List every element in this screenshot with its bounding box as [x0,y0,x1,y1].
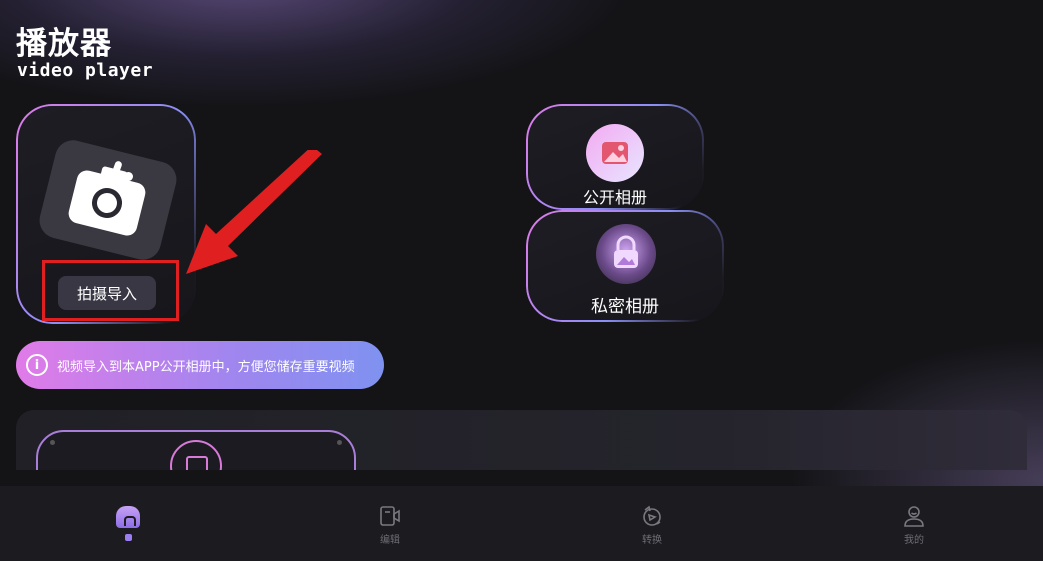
content-panel [16,410,1027,470]
tab-edit-label: 编辑 [380,535,400,546]
profile-icon [904,506,924,527]
tab-profile-label: 我的 [904,535,924,546]
private-album-label: 私密相册 [591,297,659,317]
info-banner: i 视频导入到本APP公开相册中，方便您储存重要视频 [16,341,384,389]
public-album-card[interactable]: 公开相册 [526,104,704,210]
image-icon [586,124,644,182]
lock-image-icon [596,224,656,284]
convert-icon [643,505,661,526]
bottom-tab-bar: 编辑 转换 我的 [0,486,1043,561]
app-subtitle: video player [17,60,154,81]
tab-profile[interactable]: 我的 [854,486,974,561]
private-album-card[interactable]: 私密相册 [526,210,724,322]
info-banner-text: 视频导入到本APP公开相册中，方便您储存重要视频 [57,359,355,375]
info-icon: i [26,354,48,376]
home-icon [116,504,140,528]
tab-convert[interactable]: 转换 [592,486,712,561]
tab-edit[interactable]: 编辑 [330,486,450,561]
edit-video-icon [380,506,400,526]
sparkle-dot-icon [124,172,133,181]
annotation-arrow-icon [186,150,322,274]
public-album-label: 公开相册 [582,188,647,207]
annotation-highlight-box [42,260,179,321]
video-play-icon [170,440,222,470]
tab-convert-label: 转换 [642,535,662,546]
app-title: 播放器 [16,26,112,62]
active-indicator [125,534,132,541]
tab-home[interactable] [68,486,188,561]
video-feature-card[interactable] [36,430,356,470]
